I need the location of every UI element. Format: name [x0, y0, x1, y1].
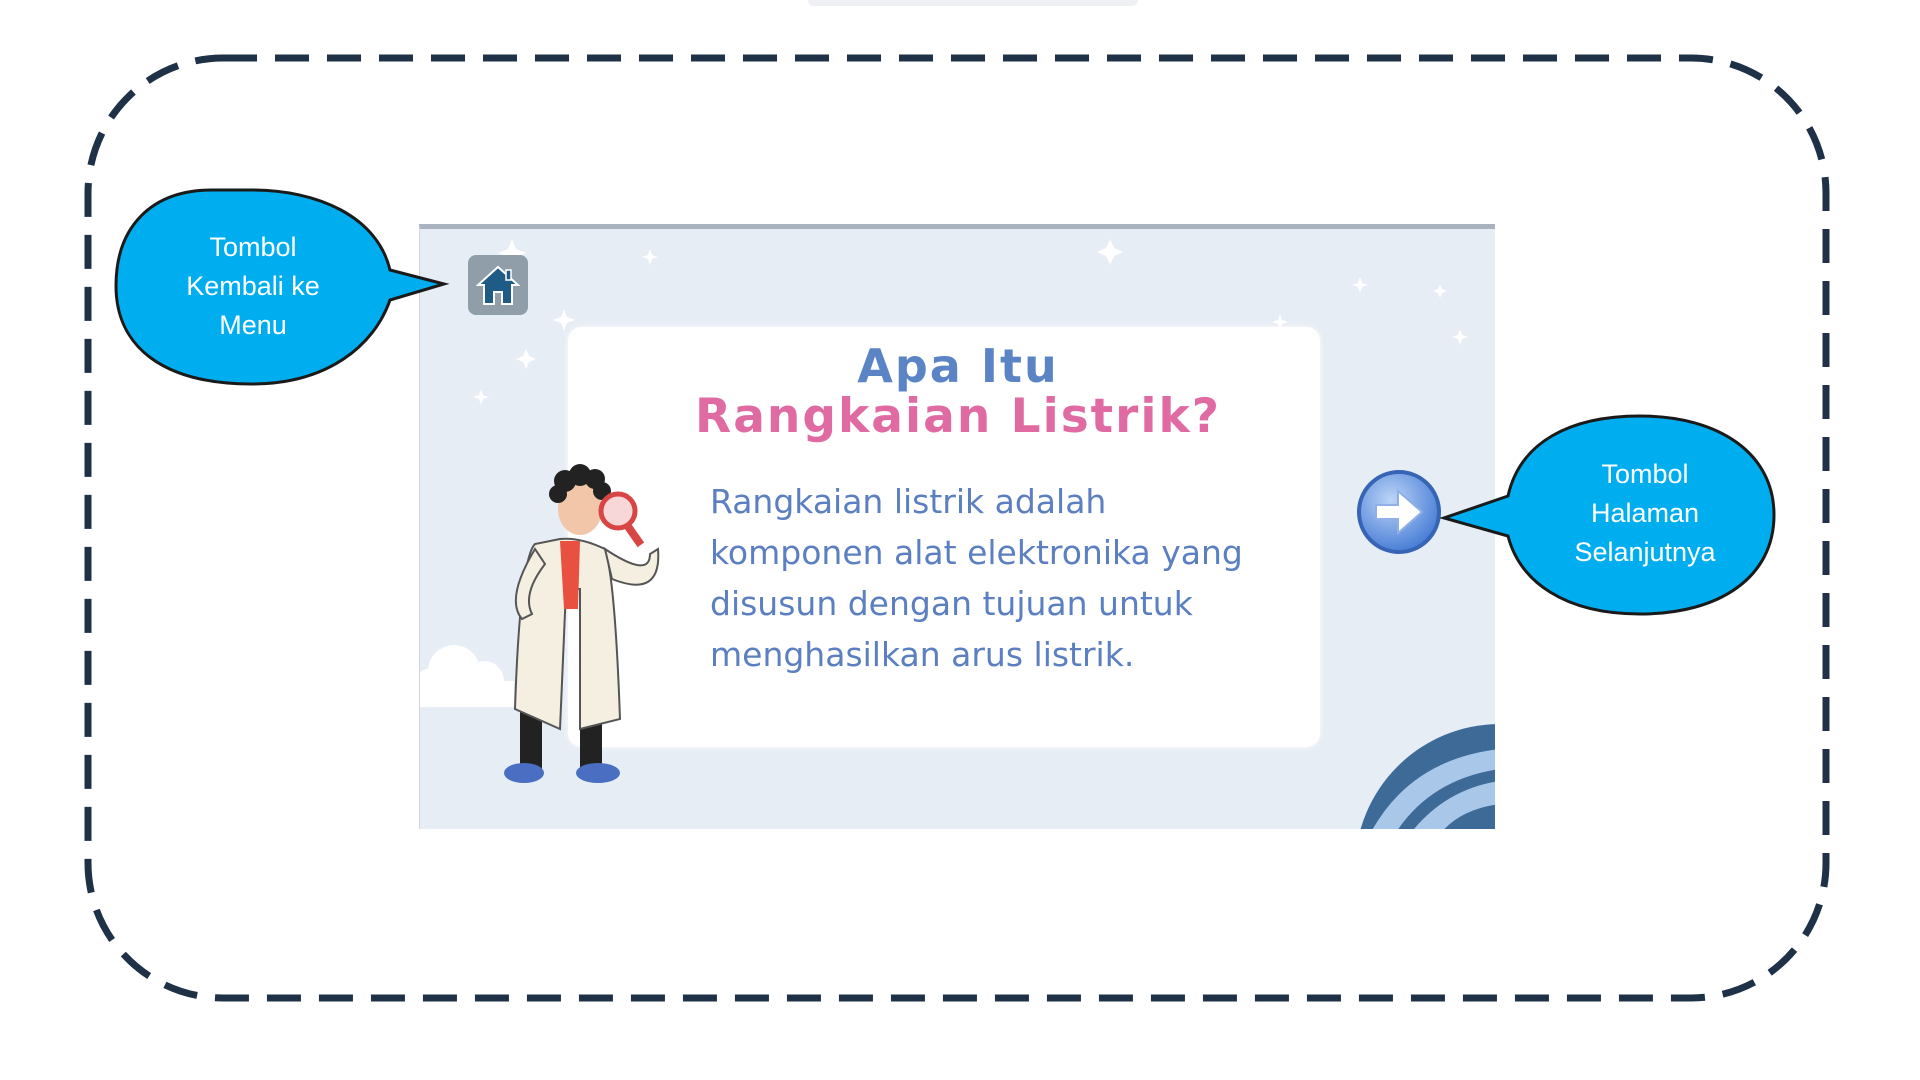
planet-decoration: [1360, 724, 1495, 829]
home-callout-text: Tombol Kembali ke Menu: [135, 228, 371, 345]
next-page-button[interactable]: [1356, 469, 1442, 555]
callout-line: Tombol: [1601, 459, 1689, 489]
home-icon: [476, 265, 520, 305]
body-line: komponen alat elektronika yang: [710, 533, 1243, 572]
callout-line: Selanjutnya: [1574, 537, 1716, 567]
slide-title-line1: Apa Itu: [857, 339, 1059, 393]
callout-line: Kembali ke: [186, 271, 320, 301]
callout-line: Halaman: [1590, 498, 1700, 528]
slide-body-text: Rangkaian listrik adalah komponen alat e…: [710, 476, 1270, 680]
home-button[interactable]: [468, 255, 528, 315]
slide-title-line2: Rangkaian Listrik?: [695, 389, 1221, 444]
body-line: disusun dengan tujuan untuk: [710, 584, 1193, 623]
next-callout-text: Tombol Halaman Selanjutnya: [1520, 455, 1770, 572]
scientist-illustration: [504, 464, 660, 783]
body-line: menghasilkan arus listrik.: [710, 635, 1135, 674]
page: Apa Itu Rangkaian Listrik? Rangkaian lis…: [0, 0, 1920, 1080]
slide-preview: Apa Itu Rangkaian Listrik? Rangkaian lis…: [419, 224, 1495, 829]
callout-line: Menu: [219, 310, 287, 340]
callout-line: Tombol: [209, 232, 297, 262]
body-line: Rangkaian listrik adalah: [710, 482, 1107, 521]
